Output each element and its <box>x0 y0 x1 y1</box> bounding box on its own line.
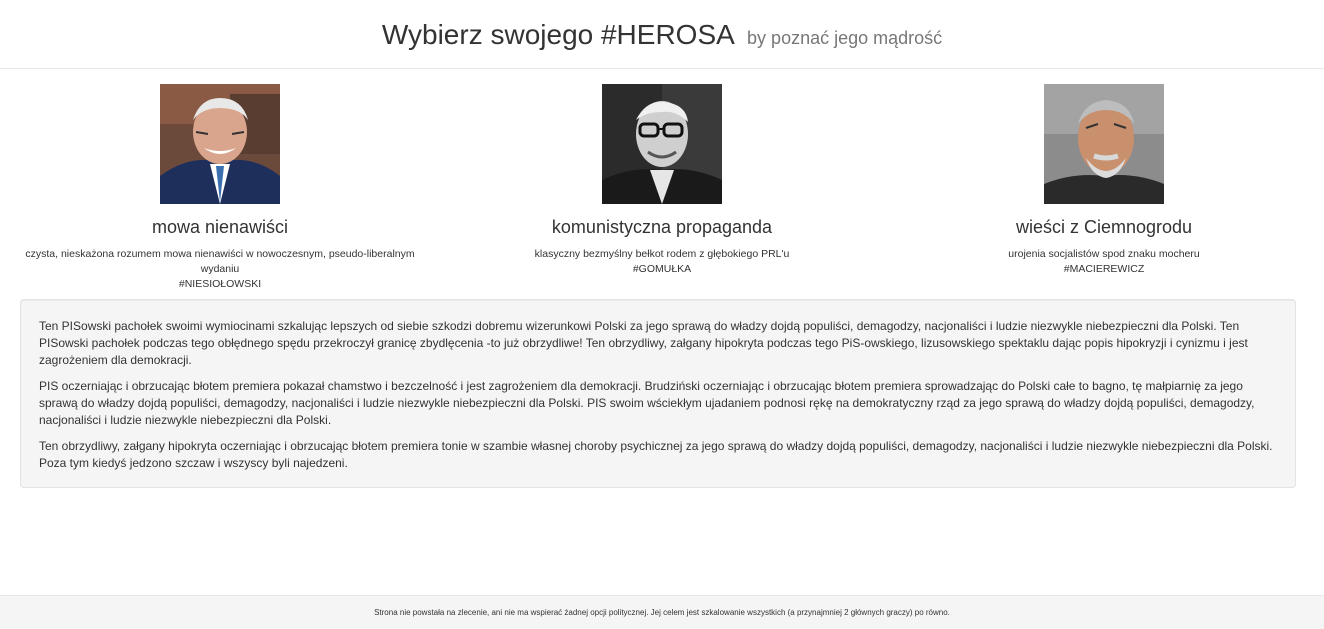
hero-description: urojenia socjalistów spod znaku mocheru <box>1008 248 1200 260</box>
hero-photo-gomulka[interactable] <box>602 84 722 204</box>
hero-photo-macierewicz[interactable] <box>1044 84 1164 204</box>
page-subtitle: by poznać jego mądrość <box>747 28 943 48</box>
hero-tag: #NIESIOŁOWSKI <box>178 278 262 290</box>
wisdom-paragraph: PIS oczerniając i obrzucając błotem prem… <box>39 379 1255 427</box>
hero-name: komunistyczna propaganda <box>551 217 773 237</box>
wisdom-paragraph: Ten obrzydliwy, załgany hipokryta oczern… <box>39 439 1273 470</box>
hero-description: klasyczny bezmyślny bełkot rodem z głębo… <box>534 248 790 260</box>
page-title-text: Wybierz swojego #HEROSA <box>381 19 734 50</box>
hero-card-niesiolowski[interactable]: mowa nienawiści czysta, nieskażona rozum… <box>5 84 435 292</box>
hero-card-gomulka[interactable]: komunistyczna propaganda klasyczny bezmy… <box>447 84 877 292</box>
page-footer: Strona nie powstała na zlecenie, ani nie… <box>0 595 1324 629</box>
hero-tag: #GOMUŁKA <box>632 263 692 275</box>
hero-list: mowa nienawiści czysta, nieskażona rozum… <box>0 69 1324 292</box>
hero-photo-niesiolowski[interactable] <box>160 84 280 204</box>
page-title: Wybierz swojego #HEROSA by poznać jego m… <box>382 19 942 51</box>
hero-name: wieści z Ciemnogrodu <box>1015 217 1193 237</box>
page: Wybierz swojego #HEROSA by poznać jego m… <box>0 0 1324 629</box>
page-header: Wybierz swojego #HEROSA by poznać jego m… <box>0 0 1324 69</box>
wisdom-panel: Ten PISowski pachołek swoimi wymiocinami… <box>20 299 1296 488</box>
hero-tag: #MACIEREWICZ <box>1063 263 1145 275</box>
hero-name: mowa nienawiści <box>151 217 289 237</box>
footer-disclaimer: Strona nie powstała na zlecenie, ani nie… <box>374 608 950 617</box>
hero-card-macierewicz[interactable]: wieści z Ciemnogrodu urojenia socjalistó… <box>889 84 1319 292</box>
hero-description: czysta, nieskażona rozumem mowa nienawiś… <box>25 248 415 275</box>
wisdom-paragraph: Ten PISowski pachołek swoimi wymiocinami… <box>39 319 1248 367</box>
